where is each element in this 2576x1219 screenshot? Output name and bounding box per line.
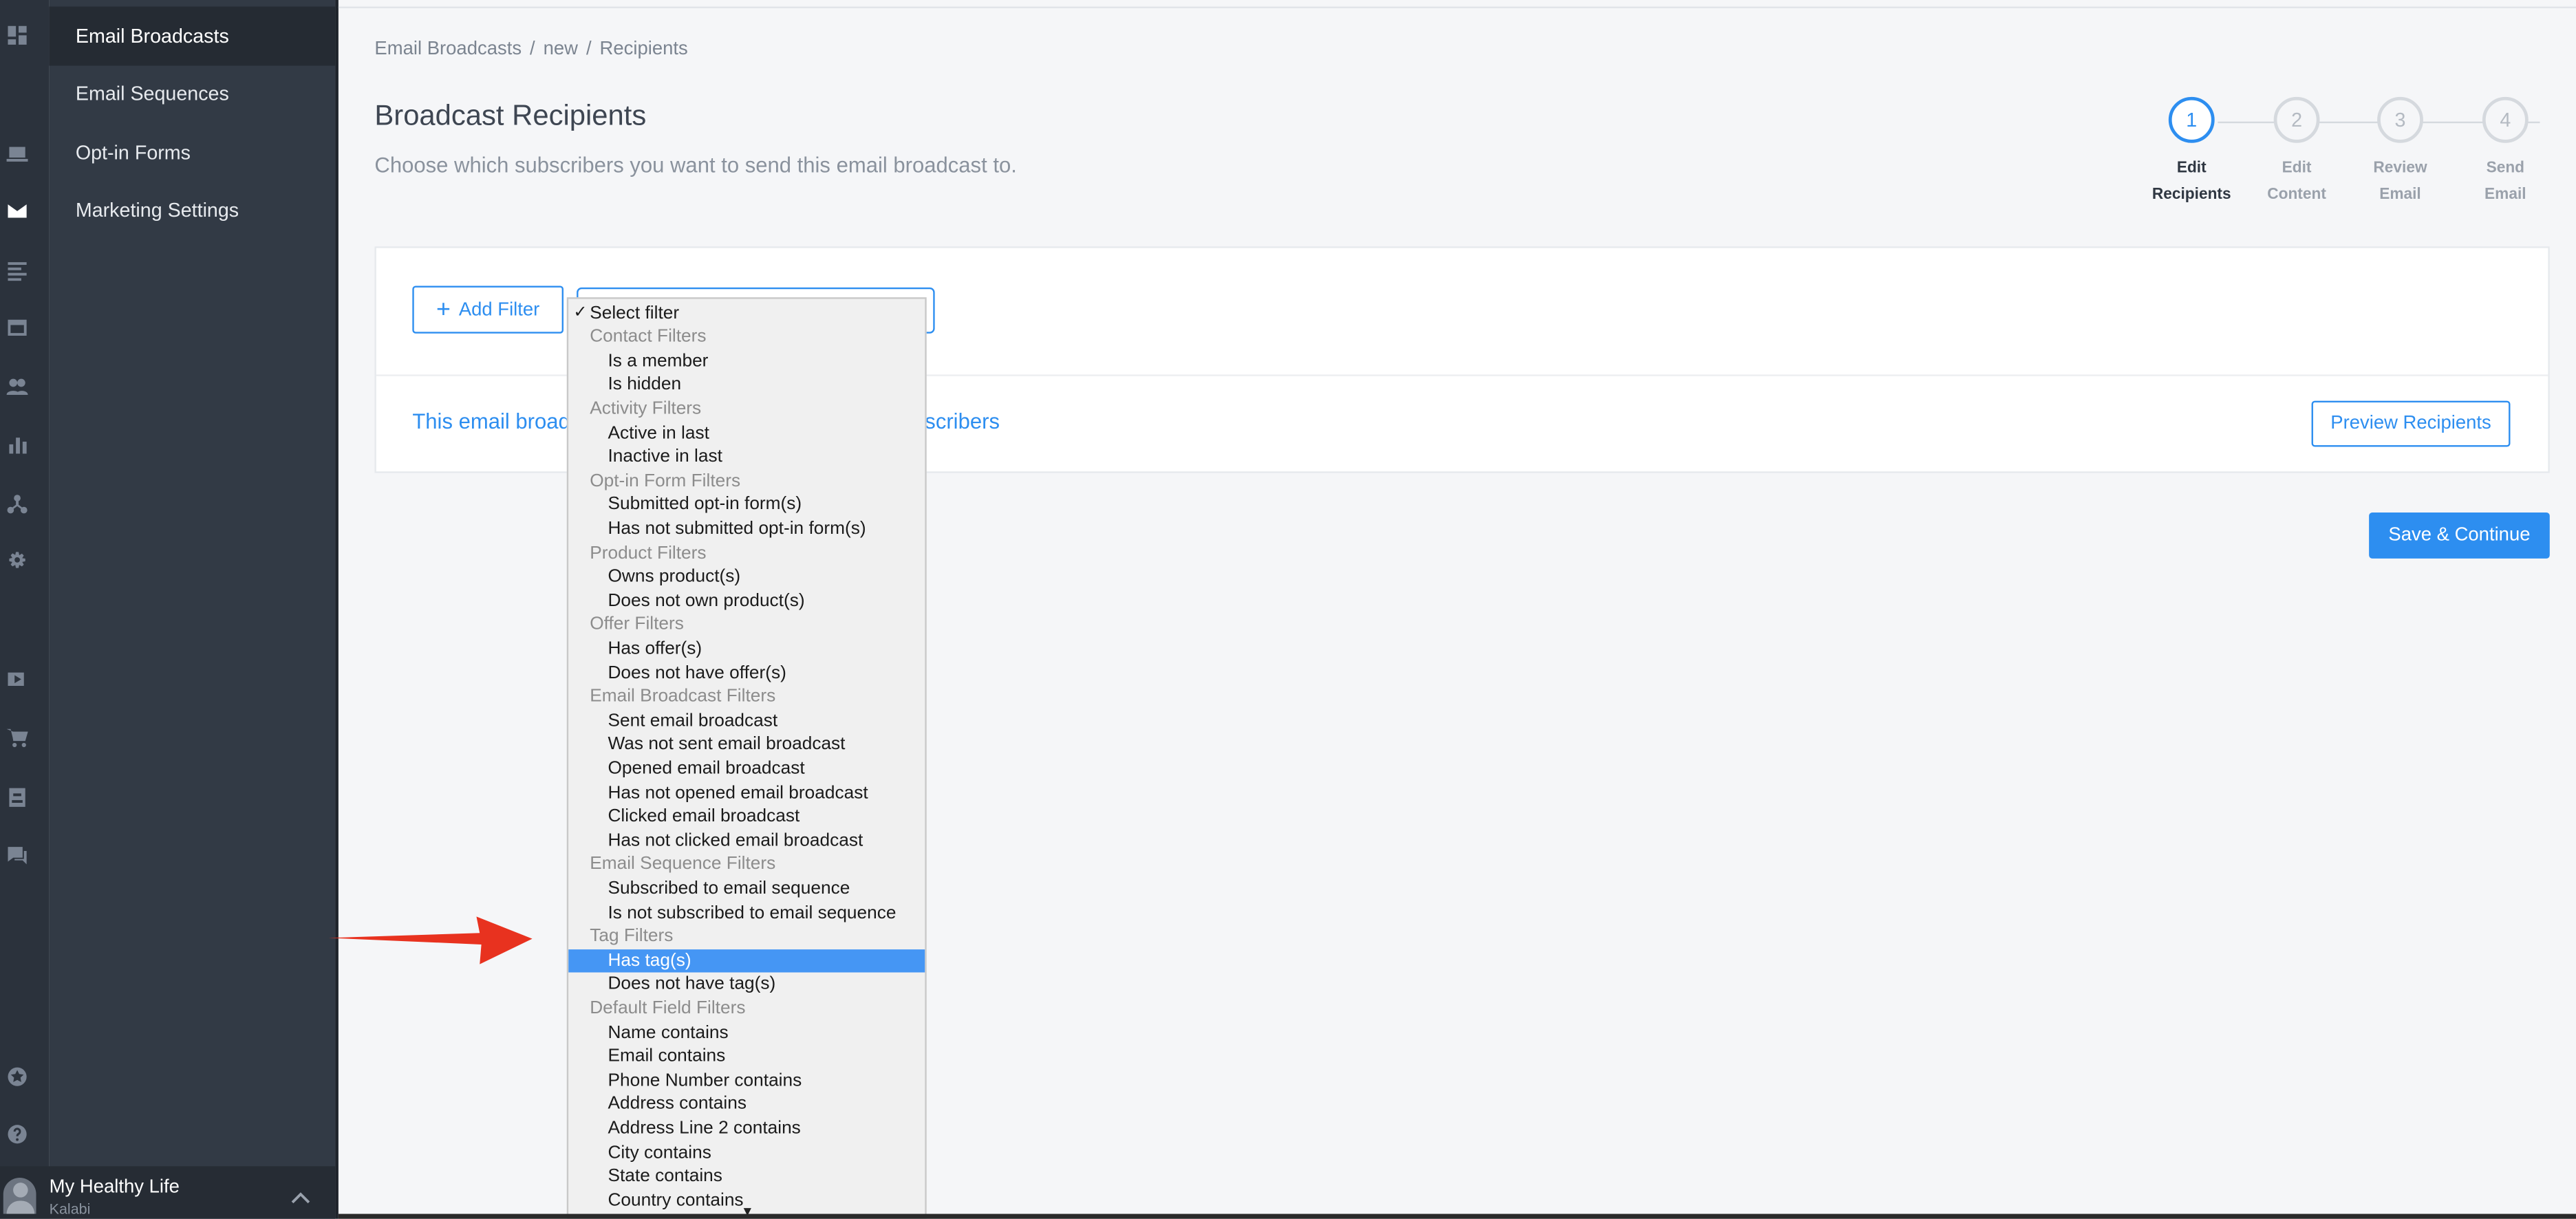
account-subtitle: Kalabi (49, 1200, 91, 1218)
dropdown-option[interactable]: Does not have tag(s) (568, 973, 925, 997)
dropdown-option[interactable]: Address contains (568, 1093, 925, 1117)
network-icon[interactable] (0, 486, 33, 519)
dropdown-option[interactable]: Does not have offer(s) (568, 661, 925, 685)
video-icon[interactable] (0, 662, 33, 695)
dropdown-option[interactable]: City contains (568, 1141, 925, 1165)
dropdown-group-label: Default Field Filters (590, 998, 746, 1019)
recipients-info-text: This email broad (412, 409, 570, 434)
account-name: My Healthy Life (49, 1178, 180, 1198)
dropdown-group-label: Email Broadcast Filters (590, 687, 776, 706)
plus-icon: + (436, 295, 451, 324)
dropdown-option[interactable]: Clicked email broadcast (568, 805, 925, 829)
dropdown-option[interactable]: Sent email broadcast (568, 709, 925, 733)
users-icon[interactable] (0, 369, 33, 402)
cart-icon[interactable] (0, 721, 33, 754)
dropdown-option[interactable]: Is a member (568, 349, 925, 374)
dropdown-option[interactable]: Name contains (568, 1021, 925, 1045)
breadcrumb-email-broadcasts[interactable]: Email Broadcasts (374, 39, 522, 59)
breadcrumb-recipients: Recipients (599, 39, 688, 59)
add-filter-button[interactable]: + Add Filter (412, 285, 564, 334)
dropdown-group-label: Product Filters (590, 543, 707, 563)
dropdown-option[interactable]: Does not own product(s) (568, 589, 925, 613)
dropdown-group-label: Tag Filters (590, 926, 674, 947)
step-4-label: Send Email (2484, 159, 2526, 203)
menu-email-sequences[interactable]: Email Sequences (50, 64, 335, 123)
laptop-icon[interactable] (0, 136, 33, 169)
recipients-info-text-end: scribers (925, 409, 1000, 434)
dropdown-option-select-filter[interactable]: Select filter ✓ (568, 301, 925, 325)
top-border (338, 6, 2576, 8)
dropdown-group-label: Offer Filters (590, 614, 684, 635)
step-3-label: Review Email (2373, 159, 2427, 203)
dropdown-option[interactable]: Active in last (568, 421, 925, 445)
menu-email-broadcasts[interactable]: Email Broadcasts (49, 6, 336, 66)
contact-card-icon[interactable] (0, 780, 33, 813)
dropdown-option[interactable]: Has not clicked email broadcast (568, 829, 925, 853)
step-1-circle[interactable]: 1 (2168, 96, 2215, 143)
dropdown-option[interactable]: Inactive in last (568, 445, 925, 469)
dropdown-option[interactable]: Owns product(s) (568, 565, 925, 590)
dropdown-option[interactable]: Has offer(s) (568, 637, 925, 661)
mail-icon[interactable] (0, 194, 33, 227)
chat-icon[interactable] (0, 838, 33, 871)
dropdown-option[interactable]: Submitted opt-in form(s) (568, 493, 925, 517)
help-icon[interactable] (0, 1117, 33, 1150)
annotation-arrow-icon (328, 916, 533, 964)
step-2-label: Edit Content (2267, 159, 2326, 203)
menu-opt-in-forms[interactable]: Opt-in Forms (50, 123, 335, 182)
save-continue-button[interactable]: Save & Continue (2369, 512, 2550, 559)
breadcrumb: Email Broadcasts / new / Recipients (374, 39, 696, 59)
preview-recipients-button[interactable]: Preview Recipients (2311, 400, 2511, 447)
checkmark-icon: ✓ (573, 303, 588, 321)
step-3-circle[interactable]: 3 (2377, 96, 2423, 143)
dropdown-option[interactable]: Is hidden (568, 374, 925, 398)
dropdown-option[interactable]: Has not submitted opt-in form(s) (568, 517, 925, 541)
list-icon[interactable] (0, 253, 33, 286)
dashboard-icon[interactable] (0, 18, 33, 51)
filter-dropdown-list[interactable]: Select filter ✓ Contact Filters Is a member… (566, 297, 927, 1219)
dropdown-group-label: Contact Filters (590, 327, 707, 347)
step-4-circle[interactable]: 4 (2482, 96, 2529, 143)
bar-chart-icon[interactable] (0, 427, 33, 460)
breadcrumb-separator: / (586, 39, 592, 59)
dropdown-option[interactable]: State contains (568, 1165, 925, 1189)
gear-icon[interactable] (0, 546, 33, 579)
dropdown-option[interactable]: Subscribed to email sequence (568, 877, 925, 901)
dropdown-option[interactable]: Has not opened email broadcast (568, 781, 925, 805)
star-icon[interactable] (0, 1059, 33, 1092)
sidebar-divider (335, 0, 339, 1219)
step-2-circle[interactable]: 2 (2273, 96, 2320, 143)
breadcrumb-separator: / (530, 39, 535, 59)
dropdown-option[interactable]: Was not sent email broadcast (568, 733, 925, 757)
step-1-label: Edit Recipients (2151, 159, 2231, 203)
page-subtitle: Choose which subscribers you want to sen… (374, 153, 1017, 177)
icon-rail (0, 0, 50, 1219)
dropdown-group-label: Opt-in Form Filters (590, 471, 741, 491)
dropdown-option[interactable]: Address Line 2 contains (568, 1116, 925, 1141)
page-title: Broadcast Recipients (374, 98, 647, 132)
layout-icon[interactable] (0, 310, 33, 343)
dropdown-option[interactable]: Email contains (568, 1045, 925, 1069)
dropdown-option[interactable]: Phone Number contains (568, 1069, 925, 1093)
add-filter-label: Add Filter (458, 299, 540, 320)
dropdown-group-label: Email Sequence Filters (590, 854, 776, 874)
account-switcher[interactable]: My Healthy Life Kalabi (0, 1166, 336, 1219)
marketing-submenu: Email Broadcasts Email Sequences Opt-in … (49, 0, 336, 1219)
avatar (3, 1178, 36, 1214)
app-root: Email Broadcasts Email Sequences Opt-in … (0, 0, 2576, 1219)
bottom-strip (338, 1213, 2576, 1219)
dropdown-option[interactable]: Opened email broadcast (568, 757, 925, 781)
breadcrumb-new[interactable]: new (544, 39, 578, 59)
dropdown-group-label: Activity Filters (590, 398, 702, 419)
chevron-up-icon[interactable] (291, 1185, 311, 1204)
dropdown-option[interactable]: Is not subscribed to email sequence (568, 901, 925, 925)
dropdown-option[interactable]: Has tag(s) (568, 949, 925, 973)
menu-marketing-settings[interactable]: Marketing Settings (50, 181, 335, 240)
